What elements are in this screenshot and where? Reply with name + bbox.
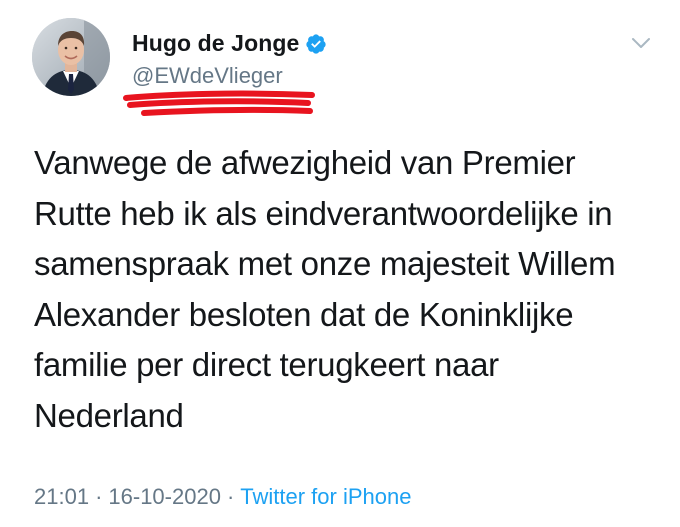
tweet-text: Vanwege de afwezigheid van Premier Rutte… xyxy=(34,144,616,434)
red-scribble-redaction xyxy=(120,86,320,122)
tweet-card: Hugo de Jonge @EWdeVlieger Vanwege de af… xyxy=(0,0,680,527)
meta-separator: · xyxy=(95,484,103,509)
tweet-time[interactable]: 21:01 xyxy=(34,484,89,510)
tweet-date[interactable]: 16-10-2020 xyxy=(108,484,221,510)
author-name-row[interactable]: Hugo de Jonge xyxy=(132,30,327,57)
avatar[interactable] xyxy=(32,18,110,96)
tweet-meta: 21:01 · 16-10-2020 · Twitter for iPhone xyxy=(34,484,411,510)
verified-badge-icon xyxy=(305,33,327,55)
tweet-source-link[interactable]: Twitter for iPhone xyxy=(240,484,411,510)
chevron-down-icon[interactable] xyxy=(628,30,654,56)
avatar-image xyxy=(32,18,110,96)
meta-separator-2: · xyxy=(226,484,235,509)
author-display-name[interactable]: Hugo de Jonge xyxy=(132,30,299,57)
